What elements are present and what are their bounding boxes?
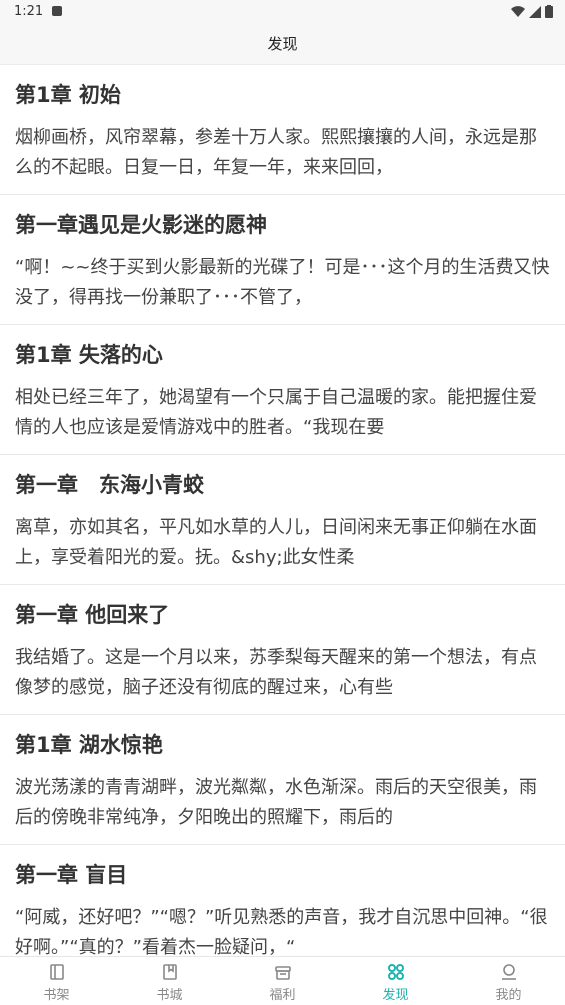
status-icons [511, 5, 553, 18]
book-icon [162, 964, 177, 980]
list-item[interactable]: 第一章 他回来了 我结婚了。这是一个月以来，苏季梨每天醒来的第一个想法，有点像梦… [0, 585, 565, 715]
chapter-title: 第1章 失落的心 [15, 343, 163, 367]
chapter-title: 第一章 盲目 [15, 863, 128, 887]
nav-profile[interactable]: 我的 [452, 957, 565, 1005]
nav-label: 我的 [495, 988, 522, 1003]
list-item[interactable]: 第1章 初始 烟柳画桥，风帘翠幕，参差十万人家。熙熙攘攘的人间，永远是那么的不起… [0, 65, 565, 195]
nav-label: 福利 [269, 988, 296, 1003]
chapter-title: 第一章 他回来了 [15, 603, 170, 627]
nav-label: 书城 [156, 988, 183, 1003]
nav-label: 书架 [43, 988, 70, 1003]
top-bar: 发现 [0, 24, 565, 65]
nav-label: 发现 [382, 988, 409, 1003]
nav-discover[interactable]: 发现 [339, 957, 452, 1005]
list-item[interactable]: 第一章 盲目 “阿威，还好吧？”“嗯？”听见熟悉的声音，我才自沉思中回神。“很好… [0, 845, 565, 956]
chapter-excerpt: “啊！~~终于买到火影最新的光碟了！可是･･･这个月的生活费又快没了，得再找一份… [15, 257, 550, 308]
list-item[interactable]: 第1章 湖水惊艳 波光荡漾的青青湖畔，波光粼粼，水色渐深。雨后的天空很美，雨后的… [0, 715, 565, 845]
notification-icon [52, 6, 62, 16]
page-title: 发现 [267, 35, 298, 53]
nav-bookstore[interactable]: 书城 [113, 957, 226, 1005]
nav-bookshelf[interactable]: 书架 [0, 957, 113, 1005]
nav-welfare[interactable]: 福利 [226, 957, 339, 1005]
profile-icon [501, 964, 516, 980]
status-bar: 1:21 [0, 0, 565, 24]
discover-icon [387, 964, 404, 980]
chapter-title: 第1章 初始 [15, 83, 121, 107]
status-time: 1:21 [14, 4, 44, 19]
chapter-excerpt: 相处已经三年了，她渴望有一个只属于自己温暖的家。能把握住爱情的人也应该是爱情游戏… [15, 387, 537, 438]
battery-icon [545, 5, 553, 18]
list-item[interactable]: 第一章 东海小青蛟 离草，亦如其名，平凡如水草的人儿，日间闲来无事正仰躺在水面上… [0, 455, 565, 585]
discover-feed[interactable]: 第1章 初始 烟柳画桥，风帘翠幕，参差十万人家。熙熙攘攘的人间，永远是那么的不起… [0, 65, 565, 956]
bookshelf-icon [49, 964, 64, 980]
list-item[interactable]: 第一章遇见是火影迷的愿神 “啊！~~终于买到火影最新的光碟了！可是･･･这个月的… [0, 195, 565, 325]
signal-icon [529, 5, 541, 18]
chapter-excerpt: “阿威，还好吧？”“嗯？”听见熟悉的声音，我才自沉思中回神。“很好啊。”“真的？… [15, 907, 548, 956]
chapter-excerpt: 烟柳画桥，风帘翠幕，参差十万人家。熙熙攘攘的人间，永远是那么的不起眼。日复一日，… [15, 127, 537, 178]
list-item[interactable]: 第1章 失落的心 相处已经三年了，她渴望有一个只属于自己温暖的家。能把握住爱情的… [0, 325, 565, 455]
chapter-title: 第一章 东海小青蛟 [15, 473, 204, 497]
gift-icon [274, 966, 291, 980]
chapter-excerpt: 波光荡漾的青青湖畔，波光粼粼，水色渐深。雨后的天空很美，雨后的傍晚非常纯净，夕阳… [15, 777, 537, 828]
chapter-title: 第1章 湖水惊艳 [15, 733, 163, 757]
chapter-title: 第一章遇见是火影迷的愿神 [15, 213, 267, 237]
wifi-icon [511, 5, 525, 17]
bottom-nav: 书架 书城 福利 发现 我的 [0, 956, 565, 1005]
chapter-excerpt: 我结婚了。这是一个月以来，苏季梨每天醒来的第一个想法，有点像梦的感觉，脑子还没有… [15, 647, 537, 698]
chapter-excerpt: 离草，亦如其名，平凡如水草的人儿，日间闲来无事正仰躺在水面上，享受着阳光的爱。抚… [15, 517, 537, 568]
